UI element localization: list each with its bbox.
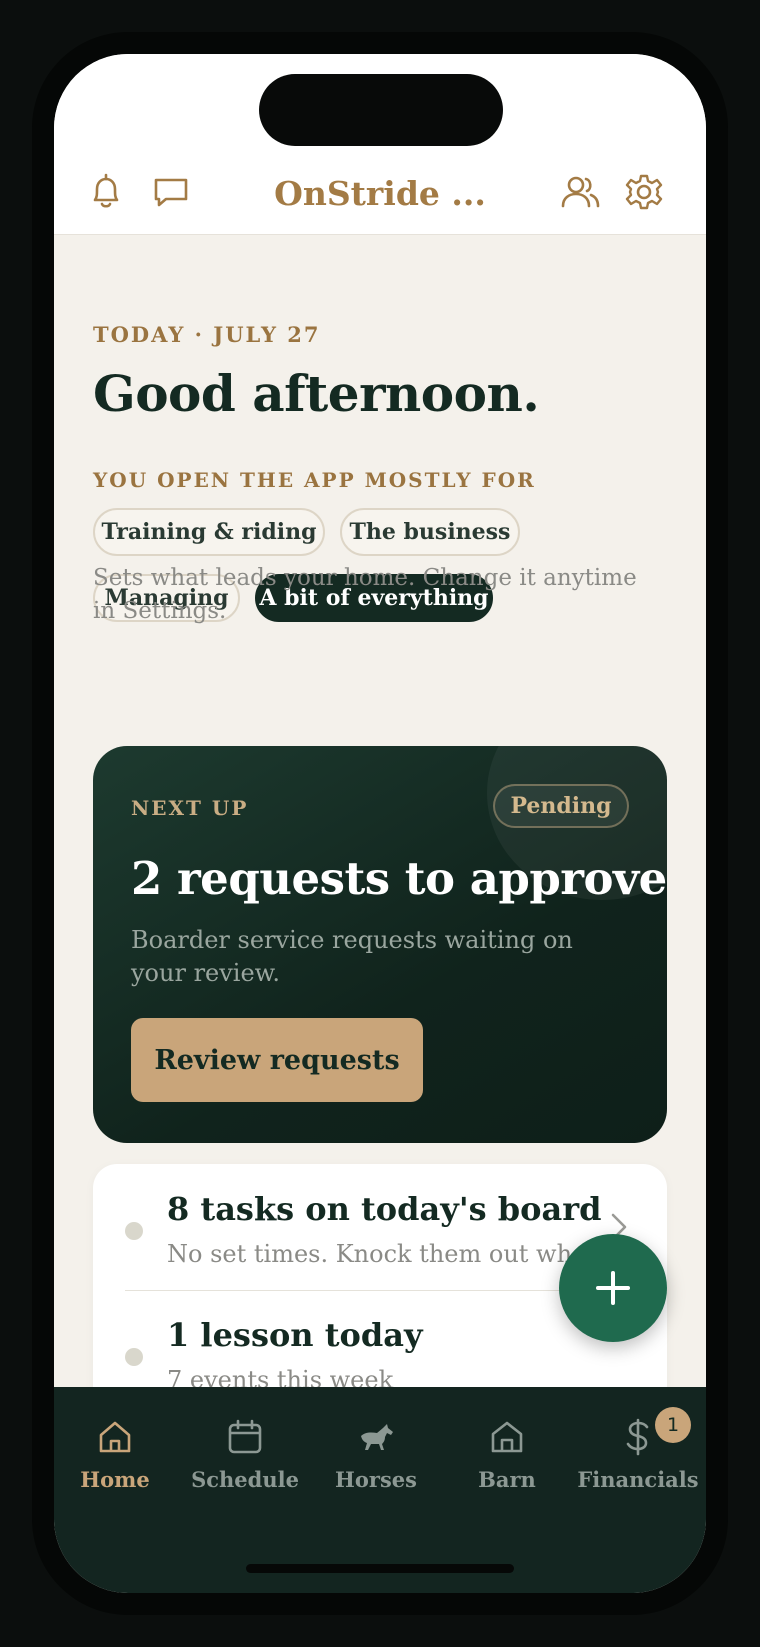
plus-icon (596, 1271, 630, 1305)
tab-label: Barn (478, 1467, 536, 1492)
status-dot (125, 1222, 143, 1240)
tab-financials[interactable]: 1 Financials (573, 1407, 703, 1517)
tab-label: Financials (577, 1467, 699, 1492)
usage-hint: Sets what leads your home. Change it any… (93, 565, 637, 624)
next-up-title: 2 requests to approve (131, 852, 667, 905)
tab-horses[interactable]: Horses (311, 1417, 441, 1517)
home-indicator[interactable] (246, 1564, 514, 1573)
chat-icon[interactable] (151, 172, 191, 212)
next-up-card: NEXT UP Pending 2 requests to approve Bo… (93, 746, 667, 1143)
tab-barn[interactable]: Barn (442, 1417, 572, 1517)
chip-business[interactable]: The business (340, 508, 520, 556)
status-dot (125, 1348, 143, 1366)
date-label: TODAY · JULY 27 (93, 322, 321, 347)
tab-label: Horses (335, 1467, 417, 1492)
greeting: Good afternoon. (93, 364, 540, 423)
next-up-subtitle: Boarder service requests waiting on your… (131, 926, 573, 987)
notification-badge: 1 (655, 1407, 691, 1443)
bell-icon[interactable] (86, 172, 126, 212)
list-item-subtitle: No set times. Knock them out whe... (167, 1240, 610, 1268)
review-requests-button[interactable]: Review requests (131, 1018, 423, 1102)
tab-home[interactable]: Home (54, 1417, 180, 1517)
dollar-icon (618, 1417, 658, 1457)
top-bar: OnStride ... (54, 54, 706, 235)
calendar-icon (225, 1417, 265, 1457)
tab-schedule[interactable]: Schedule (180, 1417, 310, 1517)
home-icon (95, 1417, 135, 1457)
next-up-label: NEXT UP (131, 796, 249, 820)
add-button[interactable] (559, 1234, 667, 1342)
tab-label: Schedule (191, 1467, 299, 1492)
app-screen: OnStride ... TODAY · JULY 27 Good aftern… (54, 54, 706, 1593)
horse-icon (356, 1417, 396, 1457)
status-badge: Pending (493, 784, 629, 828)
app-title: OnStride ... (274, 174, 486, 213)
tab-label: Home (80, 1467, 150, 1492)
tab-bar: Home Schedule Horses Barn 1 Financials (54, 1387, 706, 1593)
usage-prompt: YOU OPEN THE APP MOSTLY FOR (93, 468, 536, 492)
chip-training-riding[interactable]: Training & riding (93, 508, 325, 556)
list-item-title: 1 lesson today (167, 1316, 423, 1354)
gear-icon[interactable] (624, 172, 664, 212)
dynamic-island (259, 74, 503, 146)
barn-icon (487, 1417, 527, 1457)
list-item-title: 8 tasks on today's board (167, 1190, 602, 1228)
users-icon[interactable] (561, 172, 601, 212)
